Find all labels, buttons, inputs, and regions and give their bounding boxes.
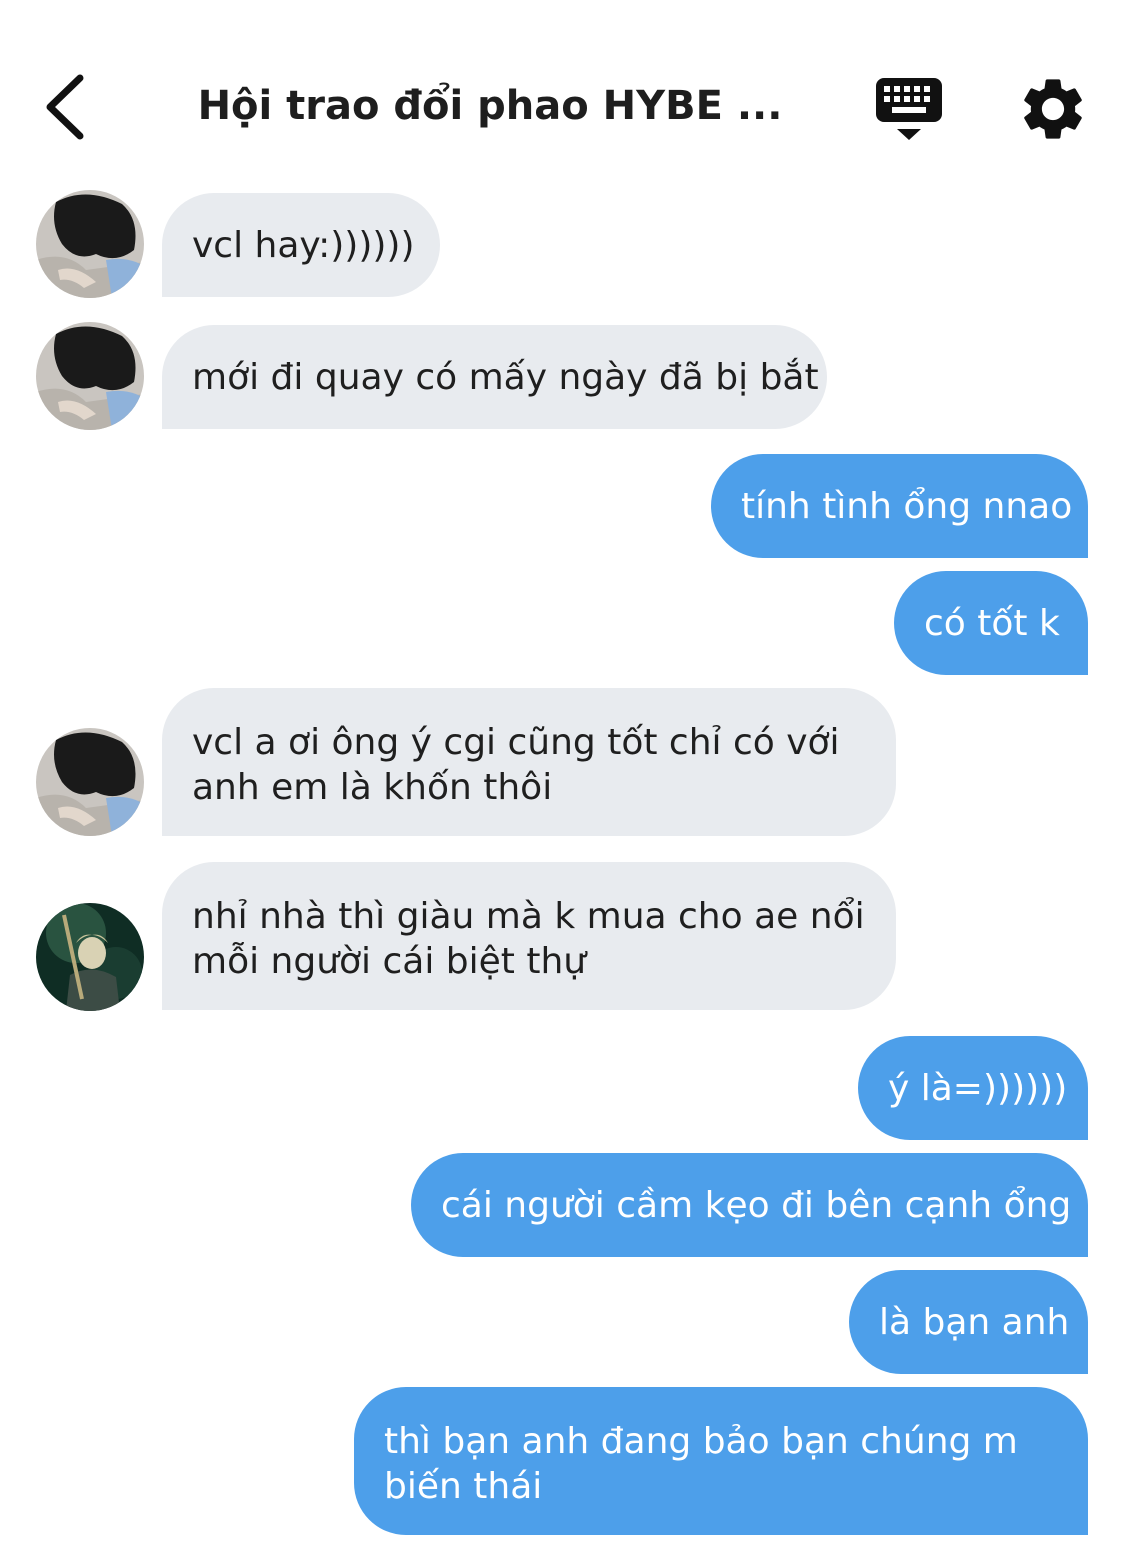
message-text: vcl hay:)))))) bbox=[192, 225, 415, 266]
outgoing-message[interactable]: tính tình ổng nnao bbox=[711, 454, 1088, 558]
message-text: có tốt k bbox=[924, 603, 1060, 644]
incoming-message[interactable]: nhỉ nhà thì giàu mà k mua cho ae nổi mỗi… bbox=[162, 862, 896, 1010]
message-text: cái người cầm kẹo đi bên cạnh ổng bbox=[441, 1185, 1072, 1226]
avatar[interactable] bbox=[36, 322, 144, 430]
outgoing-message[interactable]: có tốt k bbox=[894, 571, 1088, 675]
conversation-title[interactable]: Hội trao đổi phao HYBE ... bbox=[150, 78, 830, 134]
outgoing-message[interactable]: là bạn anh bbox=[849, 1270, 1088, 1374]
message-text-line: vcl a ơi ông ý cgi cũng tốt chỉ có với bbox=[192, 722, 840, 763]
keyboard-icon[interactable] bbox=[872, 74, 946, 146]
chat-header: Hội trao đổi phao HYBE ... bbox=[0, 0, 1125, 190]
outgoing-message[interactable]: thì bạn anh đang bảo bạn chúng m biến th… bbox=[354, 1387, 1088, 1535]
avatar[interactable] bbox=[36, 903, 144, 1011]
message-text: là bạn anh bbox=[879, 1302, 1070, 1343]
message-text-line: nhỉ nhà thì giàu mà k mua cho ae nổi bbox=[192, 896, 865, 937]
incoming-message[interactable]: vcl a ơi ông ý cgi cũng tốt chỉ có với a… bbox=[162, 688, 896, 836]
avatar[interactable] bbox=[36, 190, 144, 298]
outgoing-message[interactable]: ý là=)))))) bbox=[858, 1036, 1088, 1140]
message-text-line: mỗi người cái biệt thự bbox=[192, 941, 587, 982]
message-text-line: anh em là khốn thôi bbox=[192, 767, 553, 808]
message-text: tính tình ổng nnao bbox=[741, 486, 1073, 527]
message-text-line: biến thái bbox=[384, 1466, 543, 1507]
incoming-message[interactable]: mới đi quay có mấy ngày đã bị bắt bbox=[162, 325, 827, 429]
gear-icon[interactable] bbox=[1016, 72, 1090, 146]
outgoing-message[interactable]: cái người cầm kẹo đi bên cạnh ổng bbox=[411, 1153, 1088, 1257]
incoming-message[interactable]: vcl hay:)))))) bbox=[162, 193, 440, 297]
avatar[interactable] bbox=[36, 728, 144, 836]
message-text: ý là=)))))) bbox=[888, 1068, 1068, 1109]
chevron-left-icon[interactable] bbox=[40, 70, 100, 144]
message-text-line: thì bạn anh đang bảo bạn chúng m bbox=[384, 1421, 1018, 1462]
message-text: mới đi quay có mấy ngày đã bị bắt bbox=[192, 357, 819, 398]
